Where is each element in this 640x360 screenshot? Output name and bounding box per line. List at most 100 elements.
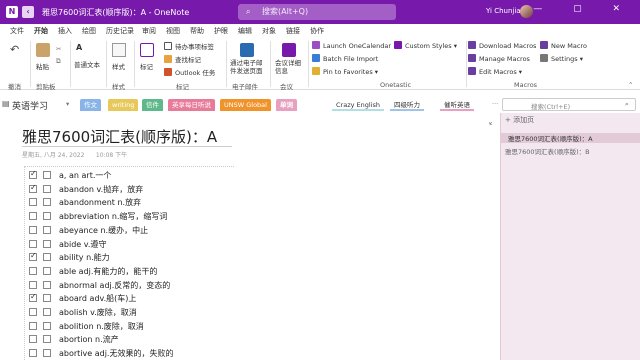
todo-checkbox[interactable] [29,212,37,221]
tag-button[interactable]: 标记 [140,61,153,71]
word-entry[interactable]: abortive adj.无效果的，失败的 [59,348,173,359]
menu-insert[interactable]: 插入 [58,26,72,36]
todo-checkbox[interactable] [29,239,37,248]
word-entry[interactable]: abbreviation n.缩写，缩写词 [59,211,167,222]
menu-history[interactable]: 历史记录 [106,26,134,36]
menu-collab[interactable]: 协作 [310,26,324,36]
word-entry[interactable]: abnormal adj.反常的，变态的 [59,280,170,291]
todo-checkbox-secondary[interactable] [43,171,51,179]
user-name[interactable]: Yi Chunjia [486,7,521,15]
window-controls[interactable]: — ▢ ✕ [533,4,634,14]
menu-draw[interactable]: 绘图 [82,26,96,36]
todo-checkbox[interactable] [29,292,37,303]
word-entry[interactable]: a, an art.一个 [59,170,111,181]
todo-checkbox[interactable] [29,198,37,207]
menu-eye-care[interactable]: 护眼 [214,26,228,36]
menu-link[interactable]: 链接 [286,26,300,36]
more-sections-icon[interactable]: ··· [492,100,498,108]
word-entry[interactable]: aboard adv.船(车)上 [59,293,136,304]
todo-checkbox-secondary[interactable] [43,239,51,248]
copy-icon[interactable]: ⧉ [56,57,61,66]
word-entry[interactable]: able adj.有能力的，能干的 [59,266,157,277]
word-entry[interactable]: abandonment n.放弃 [59,197,141,208]
word-entry[interactable]: abolish v.废除，取消 [59,307,137,318]
menu-object[interactable]: 对象 [262,26,276,36]
section-tab-essay[interactable]: 作文 [80,99,101,111]
notebook-icon[interactable]: ▤ [2,99,10,108]
new-macro-button[interactable]: New Macro [540,41,587,50]
todo-checkbox[interactable] [29,280,37,289]
section-tab-words[interactable]: 单词 [276,99,297,111]
todo-checkbox-secondary[interactable] [43,198,51,207]
todo-checkbox[interactable] [29,251,37,262]
todo-checkbox[interactable] [29,308,37,316]
page-title[interactable]: 雅思7600词汇表(顺序版)：A [22,126,217,147]
paste-icon[interactable] [36,43,50,57]
notebook-search-input[interactable]: 搜索(Ctrl+E) ⌕ [502,98,636,111]
chevron-down-icon[interactable]: ▾ [66,100,69,108]
todo-checkbox-secondary[interactable] [43,349,51,358]
search-box[interactable]: ⌕ 搜索(Alt+Q) [238,4,396,20]
basic-text-button[interactable]: 普通文本 [74,59,100,69]
meeting-icon[interactable] [282,43,296,57]
add-page-button[interactable]: + 添加页 [505,115,534,125]
styles-button[interactable]: 样式 [112,61,125,71]
launch-onecalendar-button[interactable]: Launch OneCalendar [312,41,391,50]
word-entry[interactable]: ability n.能力 [59,252,110,263]
page-scrollbar[interactable] [492,113,500,360]
todo-checkbox[interactable] [29,169,37,179]
menu-review[interactable]: 审阅 [142,26,156,36]
todo-checkbox-secondary[interactable] [43,294,51,303]
pin-to-favorites-button[interactable]: Pin to Favorites ▾ [312,67,378,76]
notebook-name[interactable]: 英语学习 [12,99,48,112]
word-entry[interactable]: abeyance n.缓办，中止 [59,225,148,236]
undo-icon[interactable]: ↶ [10,43,24,57]
word-entry[interactable]: abolition n.废除，取消 [59,321,144,332]
todo-checkbox[interactable] [29,183,37,193]
section-tab-cet4[interactable]: 四级听力 [390,99,424,111]
settings-button[interactable]: Settings ▾ [540,54,583,63]
page-canvas[interactable]: ⤢ 雅思7600词汇表(顺序版)：A 星期五, 八月 24, 2022 10:0… [0,113,500,360]
page-item-a[interactable]: 雅思7600词汇表(顺序版)：A [500,133,640,143]
menu-file[interactable]: 文件 [10,26,24,36]
batch-file-import-button[interactable]: Batch File Import [312,54,378,63]
todo-checkbox-secondary[interactable] [43,321,51,330]
todo-checkbox[interactable] [29,321,37,330]
todo-checkbox[interactable] [29,349,37,358]
todo-checkbox-secondary[interactable] [43,266,51,275]
email-page-button[interactable]: 通过电子邮件发送页面 [230,59,266,75]
page-item-b[interactable]: 雅思7600词汇表(顺序版)：B [505,146,590,156]
todo-checkbox-secondary[interactable] [43,335,51,344]
word-entry[interactable]: abandon v.抛弃，放弃 [59,184,143,195]
section-tab-listen-english[interactable]: 催听英语 [440,99,474,111]
section-tab-unsw[interactable]: UNSW Global [220,99,271,111]
edit-macros-button[interactable]: Edit Macros ▾ [468,67,522,76]
cut-icon[interactable]: ✂ [56,45,61,53]
todo-checkbox[interactable] [29,335,37,344]
custom-styles-button[interactable]: Custom Styles ▾ [394,41,457,50]
todo-checkbox[interactable] [29,225,37,234]
todo-checkbox-secondary[interactable] [43,280,51,289]
todo-checkbox-secondary[interactable] [43,225,51,234]
manage-macros-button[interactable]: Manage Macros [468,54,530,63]
font-icon[interactable]: A [76,43,82,52]
section-tab-letters[interactable]: 信件 [142,99,163,111]
todo-tag-button[interactable]: 待办事项标签 [164,41,214,51]
paste-button[interactable]: 粘贴 [36,61,49,71]
todo-checkbox-secondary[interactable] [43,212,51,221]
section-tab-writing[interactable]: writing [108,99,139,111]
section-tab-crazy-english[interactable]: Crazy English [332,99,384,111]
outlook-tasks-button[interactable]: Outlook 任务 [164,67,215,77]
todo-checkbox-secondary[interactable] [43,184,51,193]
section-tab-daily-listening[interactable]: 英享每日听说 [168,99,215,111]
email-page-icon[interactable] [240,43,254,57]
todo-checkbox-secondary[interactable] [43,308,51,316]
styles-icon[interactable] [112,43,126,57]
todo-checkbox-secondary[interactable] [43,253,51,262]
meeting-details-button[interactable]: 会议详细信息 [275,59,305,75]
menu-help[interactable]: 帮助 [190,26,204,36]
download-macros-button[interactable]: Download Macros [468,41,536,50]
find-tags-button[interactable]: 查找标记 [164,54,201,64]
avatar[interactable] [520,5,533,18]
collapse-ribbon-icon[interactable]: ⌃ [628,81,633,89]
